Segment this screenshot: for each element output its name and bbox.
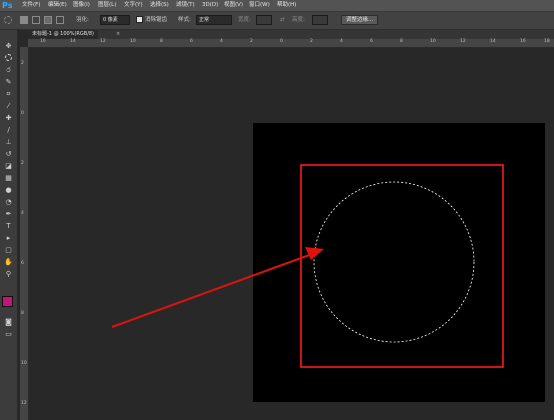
annotation-overlay [111, 164, 504, 368]
pointer-arrow-shaft [111, 253, 313, 328]
highlight-rectangle [300, 164, 504, 368]
elliptical-selection-marquee [313, 181, 475, 343]
pointer-arrow-head [305, 247, 324, 260]
